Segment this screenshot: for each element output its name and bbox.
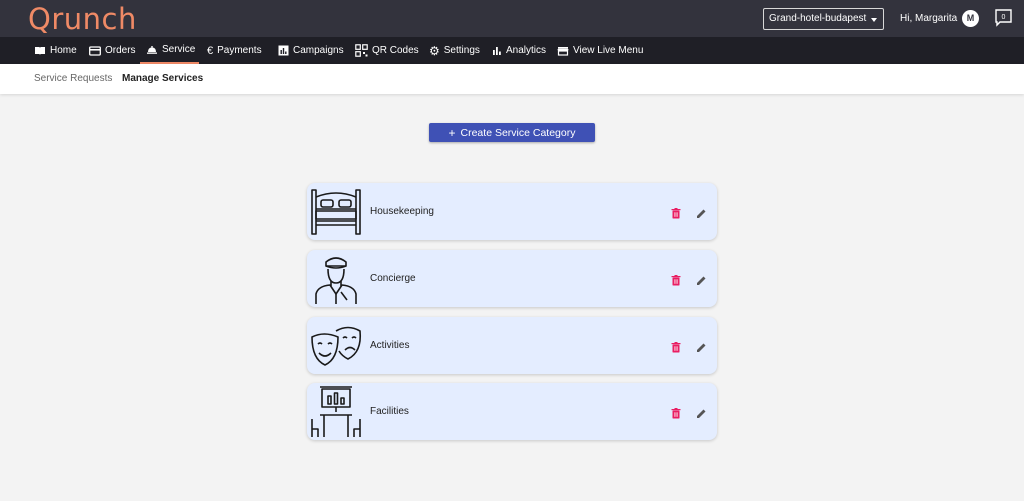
nav-label: Orders: [105, 45, 136, 56]
user-greeting: Hi, Margarita: [900, 13, 958, 24]
main-nav: Home Orders Service € Payments Campaigns…: [0, 37, 1024, 64]
category-card-housekeeping[interactable]: Housekeeping: [307, 183, 717, 240]
nav-payments[interactable]: € Payments: [207, 37, 262, 64]
delete-icon[interactable]: [671, 273, 681, 286]
qr-icon: [355, 44, 368, 57]
bar-chart-icon: [493, 46, 501, 55]
category-label: Housekeeping: [370, 206, 434, 217]
sub-nav: Service Requests Manage Services: [0, 64, 1024, 94]
meeting-room-icon: [308, 385, 364, 439]
nav-label: Payments: [217, 45, 262, 56]
delete-icon[interactable]: [671, 406, 681, 419]
nav-label: Campaigns: [293, 45, 344, 56]
nav-qr-codes[interactable]: QR Codes: [355, 37, 419, 64]
nav-label: Analytics: [506, 45, 547, 56]
concierge-icon: [308, 252, 364, 306]
theater-masks-icon: [308, 319, 364, 373]
top-bar: Qrunch Grand-hotel-budapest Hi, Margarit…: [0, 0, 1024, 37]
create-service-category-button[interactable]: + Create Service Category: [429, 123, 595, 142]
bed-icon: [308, 185, 364, 239]
nav-service[interactable]: Service: [140, 37, 199, 64]
hotel-select-value: Grand-hotel-budapest: [769, 13, 867, 24]
nav-home[interactable]: Home: [34, 37, 77, 64]
edit-icon[interactable]: [696, 340, 707, 352]
euro-icon: €: [207, 44, 214, 57]
store-icon: [557, 46, 569, 56]
category-label: Activities: [370, 340, 410, 351]
chat-icon[interactable]: 0: [995, 9, 1012, 27]
nav-label: QR Codes: [372, 45, 419, 56]
delete-icon[interactable]: [671, 206, 681, 219]
plus-icon: +: [448, 125, 456, 140]
gear-icon: ⚙: [429, 43, 440, 58]
bell-icon: [147, 45, 157, 54]
tab-manage-services[interactable]: Manage Services: [122, 73, 203, 84]
tab-service-requests[interactable]: Service Requests: [34, 73, 112, 84]
nav-analytics[interactable]: Analytics: [492, 37, 546, 64]
category-card-facilities[interactable]: Facilities: [307, 383, 717, 440]
delete-icon[interactable]: [671, 340, 681, 353]
nav-label: Settings: [443, 45, 480, 56]
book-icon: [35, 46, 45, 55]
caret-down-icon: [871, 18, 877, 22]
edit-icon[interactable]: [696, 273, 707, 285]
category-card-activities[interactable]: Activities: [307, 317, 717, 374]
nav-label: Service: [162, 44, 196, 55]
edit-icon[interactable]: [696, 406, 707, 418]
category-label: Facilities: [370, 406, 409, 417]
app-logo[interactable]: Qrunch: [28, 2, 137, 36]
chart-icon: [278, 45, 289, 56]
edit-icon[interactable]: [696, 206, 707, 218]
nav-label: Home: [50, 45, 77, 56]
category-card-concierge[interactable]: Concierge: [307, 250, 717, 307]
category-label: Concierge: [370, 273, 416, 284]
create-button-label: Create Service Category: [460, 126, 576, 139]
card-icon: [89, 45, 101, 56]
nav-orders[interactable]: Orders: [89, 37, 136, 64]
nav-label: View Live Menu: [573, 45, 644, 56]
nav-view-live-menu[interactable]: View Live Menu: [557, 37, 643, 64]
nav-settings[interactable]: ⚙ Settings: [429, 37, 480, 64]
chat-count: 0: [1002, 14, 1006, 21]
avatar[interactable]: M: [962, 10, 979, 27]
nav-campaigns[interactable]: Campaigns: [278, 37, 344, 64]
hotel-select[interactable]: Grand-hotel-budapest: [763, 8, 884, 30]
